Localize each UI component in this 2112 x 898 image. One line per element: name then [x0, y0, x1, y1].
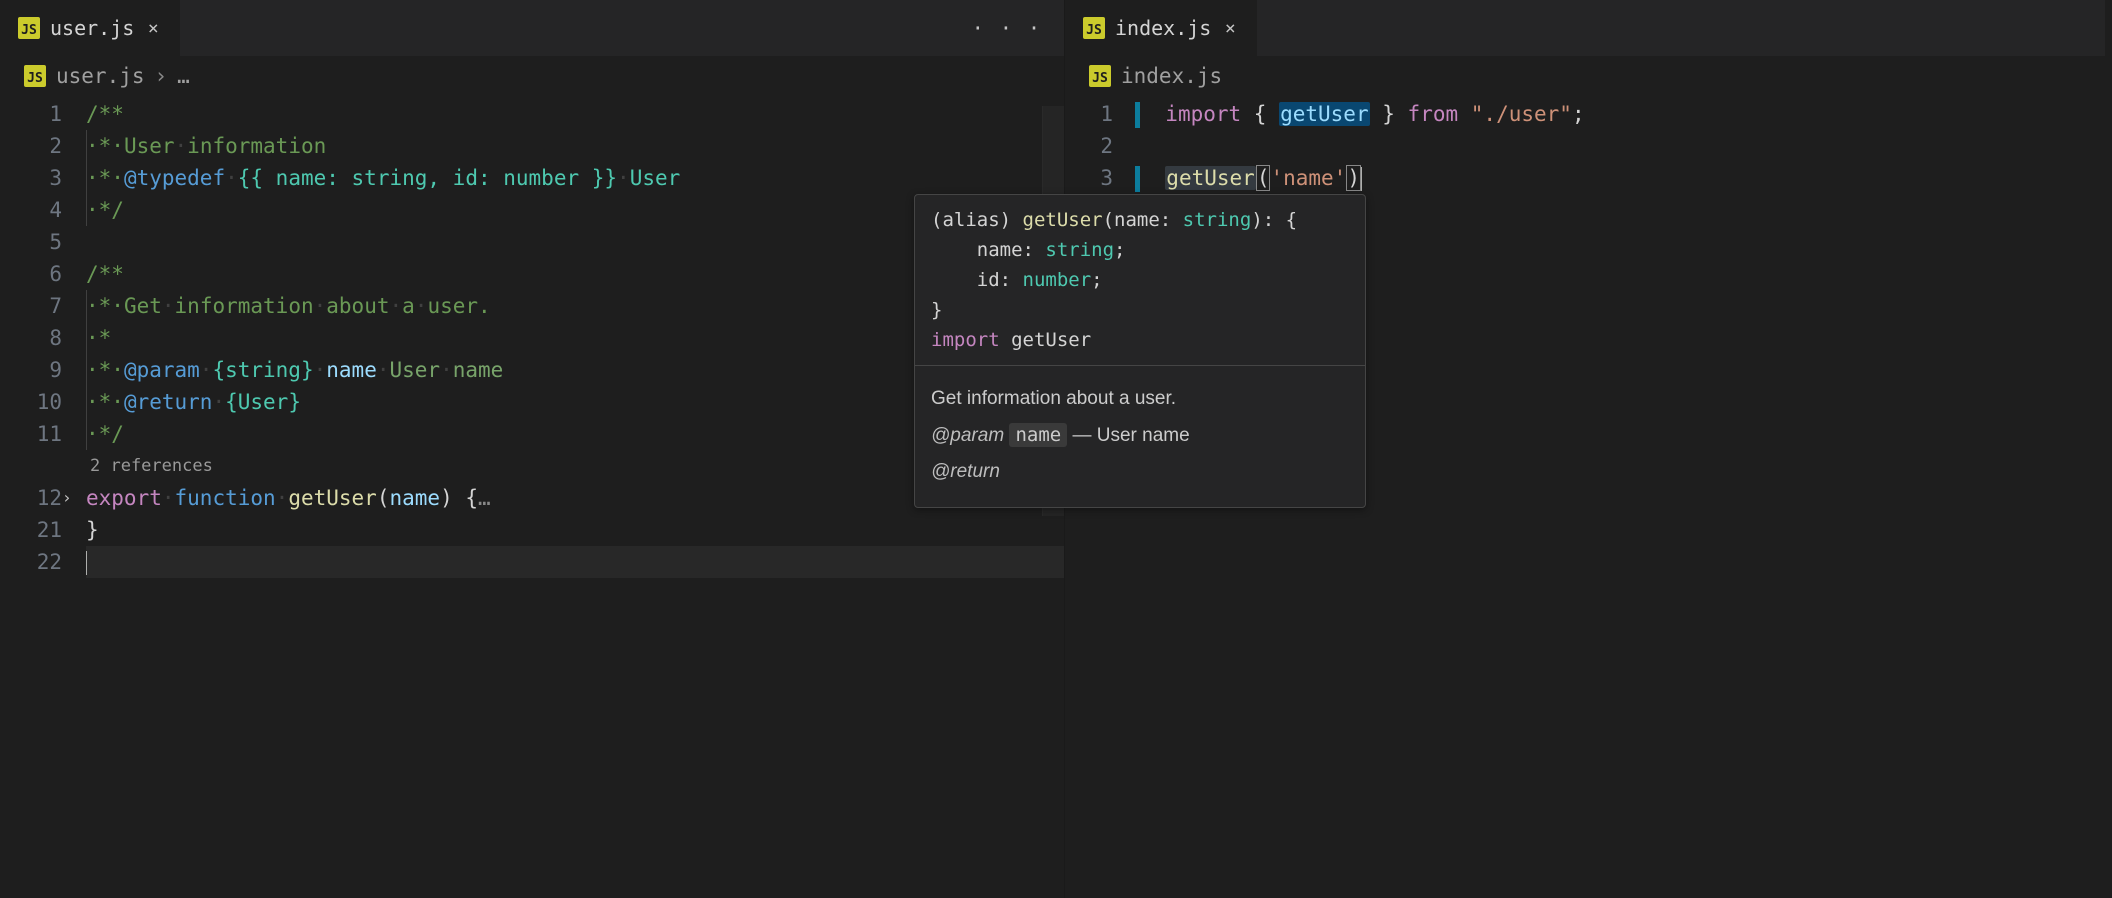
breadcrumb[interactable]: JS user.js › …: [0, 56, 1064, 98]
js-file-icon: JS: [18, 17, 40, 39]
js-file-icon: JS: [1089, 65, 1111, 87]
tab-user-js[interactable]: JS user.js ×: [0, 0, 180, 56]
hover-documentation: Get information about a user. @param nam…: [915, 366, 1365, 507]
line-gutter: 1 2 3 4 5 6 7 8 9 10 11 12 21 22: [0, 98, 86, 898]
change-marker: [1135, 166, 1140, 192]
more-actions-icon[interactable]: · · ·: [950, 16, 1064, 40]
tab-label: user.js: [50, 16, 134, 40]
close-icon[interactable]: ×: [144, 18, 162, 39]
close-icon[interactable]: ×: [1221, 18, 1239, 39]
tab-label: index.js: [1115, 16, 1211, 40]
code-editor[interactable]: 1 2 3 4 5 6 7 8 9 10 11 12 21 22 /** ·*·…: [0, 98, 1064, 898]
hover-signature: (alias) getUser(name: string): { name: s…: [915, 195, 1365, 366]
tab-bar: JS user.js × · · ·: [0, 0, 1064, 56]
js-file-icon: JS: [24, 65, 46, 87]
hover-tooltip: (alias) getUser(name: string): { name: s…: [914, 194, 1366, 508]
js-file-icon: JS: [1083, 17, 1105, 39]
tab-bar: JS index.js ×: [1065, 0, 2105, 56]
editor-pane-left: JS user.js × · · · JS user.js › … 1 2 3 …: [0, 0, 1065, 898]
breadcrumb-file: user.js: [56, 64, 145, 88]
breadcrumb[interactable]: JS index.js: [1065, 56, 2105, 98]
tab-index-js[interactable]: JS index.js ×: [1065, 0, 1257, 56]
change-marker: [1135, 102, 1140, 128]
chevron-right-icon[interactable]: ›: [62, 482, 72, 514]
chevron-right-icon: ›: [155, 64, 168, 88]
breadcrumb-file: index.js: [1121, 64, 1222, 88]
breadcrumb-rest: …: [177, 64, 190, 88]
